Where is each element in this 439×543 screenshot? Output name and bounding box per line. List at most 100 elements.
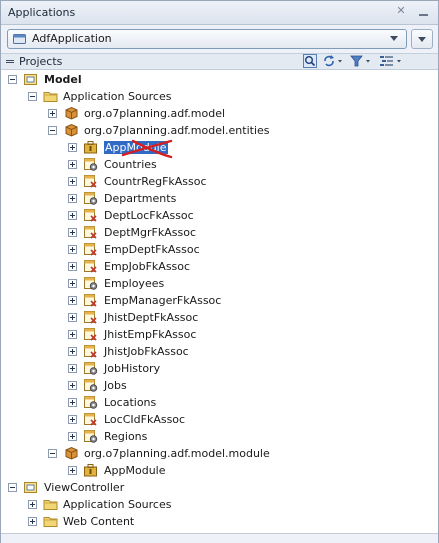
tree-node-label: ViewController [44, 481, 125, 494]
application-dropdown[interactable]: AdfApplication [7, 29, 407, 49]
tree-node[interactable]: EmpDeptFkAssoc [1, 241, 438, 258]
assoc-icon [84, 243, 97, 256]
expand-icon[interactable] [68, 228, 77, 237]
expand-icon[interactable] [48, 109, 57, 118]
tree-node-label: CountrRegFkAssoc [104, 175, 207, 188]
expand-icon[interactable] [68, 466, 77, 475]
tree-node[interactable]: org.o7planning.adf.model.entities [1, 122, 438, 139]
tree-node[interactable]: JobHistory [1, 360, 438, 377]
tree-node-label: JhistJobFkAssoc [104, 345, 189, 358]
tree-node[interactable]: Model [1, 71, 438, 88]
minimize-icon[interactable] [417, 4, 431, 18]
application-menu-button[interactable] [411, 29, 433, 49]
collapse-icon[interactable] [48, 449, 57, 458]
expand-icon[interactable] [68, 347, 77, 356]
tree-node-label: JhistEmpFkAssoc [104, 328, 197, 341]
application-name: AdfApplication [32, 32, 112, 45]
expand-icon[interactable] [68, 296, 77, 305]
expand-icon[interactable] [28, 500, 37, 509]
tree-node[interactable]: Application Sources [1, 88, 438, 105]
expand-icon[interactable] [68, 279, 77, 288]
expand-icon[interactable] [68, 415, 77, 424]
filter-icon[interactable] [350, 54, 372, 68]
expand-icon[interactable] [68, 194, 77, 203]
tree-node[interactable]: Regions [1, 428, 438, 445]
tree-node[interactable]: AppModule [1, 462, 438, 479]
tree-node-label: org.o7planning.adf.model.module [84, 447, 270, 460]
expand-icon[interactable] [68, 245, 77, 254]
assoc-icon [84, 226, 97, 239]
tree-node-label: Application Sources [63, 90, 172, 103]
tree-node[interactable]: Employees [1, 275, 438, 292]
tree-node-label: Web Content [63, 515, 135, 528]
entity-icon [84, 158, 98, 171]
expand-icon[interactable] [68, 262, 77, 271]
tree-node-label: Model [44, 73, 82, 86]
tree-node[interactable]: org.o7planning.adf.model [1, 105, 438, 122]
expand-icon[interactable] [68, 143, 77, 152]
tree-node-label: JobHistory [104, 362, 161, 375]
tree-node[interactable]: Web Content [1, 513, 438, 530]
applications-window: Applications ✕ AdfApplication Projects M… [0, 0, 439, 543]
collapse-panel-icon[interactable] [6, 60, 14, 63]
tree-node[interactable]: EmpJobFkAssoc [1, 258, 438, 275]
tree-node[interactable]: Locations [1, 394, 438, 411]
close-icon[interactable]: ✕ [395, 5, 407, 17]
search-icon[interactable] [303, 54, 317, 68]
application-selector-row: AdfApplication [1, 25, 438, 54]
tree-node-label: Employees [104, 277, 165, 290]
assoc-icon [84, 413, 97, 426]
folder-icon [43, 92, 58, 102]
expand-icon[interactable] [68, 432, 77, 441]
project-tree[interactable]: Model Application Sources org.o7planning.a… [1, 70, 438, 532]
tree-node-label: Jobs [104, 379, 127, 392]
expand-icon[interactable] [68, 398, 77, 407]
tree-node-label: Departments [104, 192, 177, 205]
assoc-icon [84, 175, 97, 188]
tree-node[interactable]: DeptMgrFkAssoc [1, 224, 438, 241]
tree-node[interactable]: Departments [1, 190, 438, 207]
collapse-icon[interactable] [8, 75, 17, 84]
tree-node-label: Regions [104, 430, 148, 443]
tree-node[interactable]: Countries [1, 156, 438, 173]
tree-node[interactable]: JhistEmpFkAssoc [1, 326, 438, 343]
tree-node-label: DeptLocFkAssoc [104, 209, 194, 222]
expand-icon[interactable] [28, 517, 37, 526]
entity-icon [84, 362, 98, 375]
expand-icon[interactable] [68, 381, 77, 390]
tree-node[interactable]: JhistDeptFkAssoc [1, 309, 438, 326]
collapse-icon[interactable] [48, 126, 57, 135]
expand-icon[interactable] [68, 177, 77, 186]
entity-icon [84, 277, 98, 290]
folder-icon [43, 517, 58, 527]
expand-icon[interactable] [68, 313, 77, 322]
expand-icon[interactable] [68, 330, 77, 339]
appmodule-icon [84, 464, 97, 477]
tree-node[interactable]: CountrRegFkAssoc [1, 173, 438, 190]
tree-node[interactable]: org.o7planning.adf.model.module [1, 445, 438, 462]
view-options-icon[interactable] [379, 54, 403, 68]
tree-node-label: EmpJobFkAssoc [104, 260, 191, 273]
projects-header: Projects [1, 54, 438, 70]
tree-node[interactable]: AppModule [1, 139, 438, 159]
tree-node[interactable]: ViewController [1, 479, 438, 496]
tree-node[interactable]: DeptLocFkAssoc [1, 207, 438, 224]
expand-icon[interactable] [68, 211, 77, 220]
collapse-icon[interactable] [28, 92, 37, 101]
sync-icon[interactable] [322, 54, 344, 68]
tree-node-label: Countries [104, 158, 157, 171]
collapse-icon[interactable] [8, 483, 17, 492]
horizontal-scroll-edge[interactable] [1, 533, 438, 543]
tree-node[interactable]: Application Sources [1, 496, 438, 513]
tree-node-label: EmpDeptFkAssoc [104, 243, 200, 256]
project-icon [24, 482, 37, 493]
package-icon [65, 106, 78, 120]
expand-icon[interactable] [68, 160, 77, 169]
tree-node-label: JhistDeptFkAssoc [104, 311, 199, 324]
tree-node[interactable]: EmpManagerFkAssoc [1, 292, 438, 309]
tree-node[interactable]: JhistJobFkAssoc [1, 343, 438, 360]
tree-node[interactable]: Jobs [1, 377, 438, 394]
tree-node[interactable]: LocCIdFkAssoc [1, 411, 438, 428]
expand-icon[interactable] [68, 364, 77, 373]
chevron-down-icon [390, 36, 398, 41]
